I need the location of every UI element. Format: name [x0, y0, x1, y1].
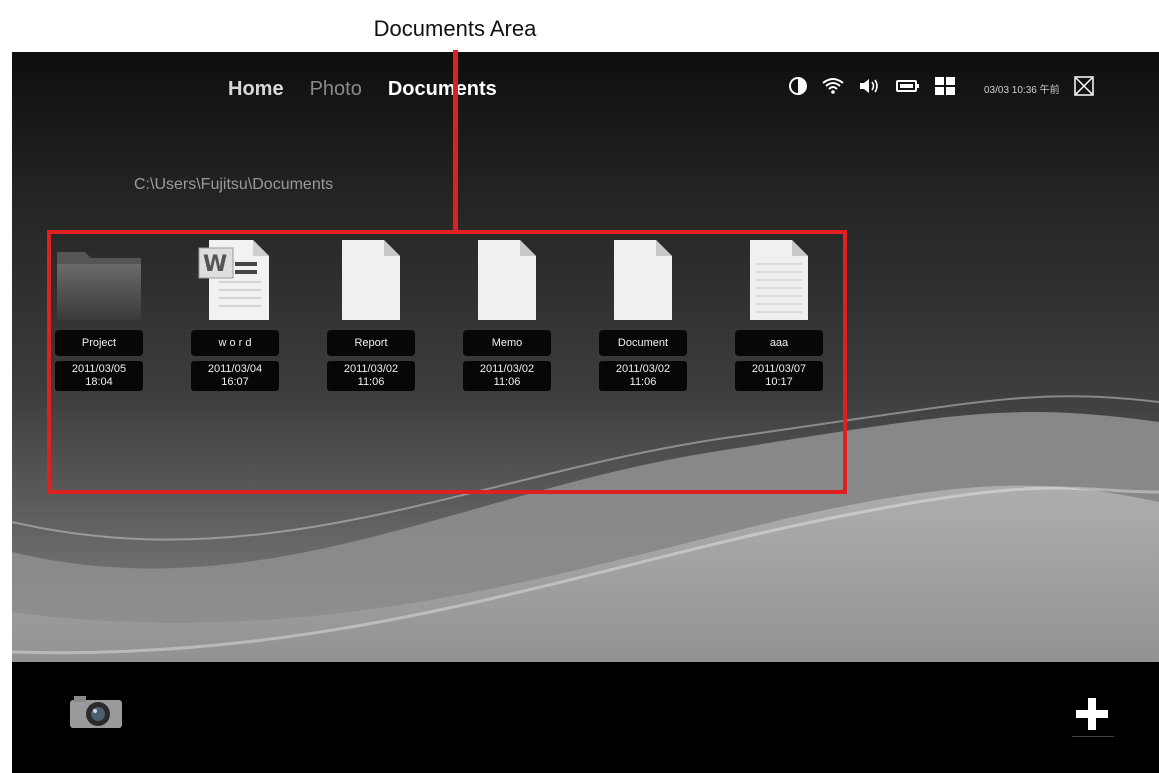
file-time: 11:06	[629, 376, 657, 388]
device-screen: Home Photo Documents 03/03 10:36 午前 C:\U…	[12, 52, 1159, 773]
file-date-block: 2011/03/07 10:17	[735, 361, 823, 391]
file-date-block: 2011/03/02 11:06	[327, 361, 415, 391]
camera-icon[interactable]	[68, 694, 124, 735]
file-date-block: 2011/03/05 18:04	[55, 361, 143, 391]
brightness-icon[interactable]	[788, 76, 808, 101]
plus-icon[interactable]	[1072, 694, 1112, 739]
close-icon[interactable]	[1073, 76, 1094, 101]
file-name: aaa	[735, 330, 823, 356]
file-time: 10:17	[765, 376, 793, 388]
file-name: w o r d	[191, 330, 279, 356]
file-date: 2011/03/02	[479, 363, 535, 375]
file-item[interactable]: Memo 2011/03/02 11:06	[457, 232, 557, 391]
svg-text:W: W	[203, 252, 227, 277]
nav-home[interactable]: Home	[228, 78, 284, 101]
file-name: Document	[599, 330, 687, 356]
file-item[interactable]: Document 2011/03/02 11:06	[593, 232, 693, 391]
file-time: 18:04	[85, 376, 113, 388]
file-date: 2011/03/02	[615, 363, 671, 375]
annotation-label: Documents Area	[373, 16, 537, 41]
grid-icon[interactable]	[934, 76, 956, 101]
blank-document-icon	[321, 232, 421, 322]
file-name: Memo	[463, 330, 551, 356]
file-date: 2011/03/05	[71, 363, 127, 375]
folder-path: C:\Users\Fujitsu\Documents	[134, 176, 334, 193]
file-item[interactable]: Project 2011/03/05 18:04	[49, 232, 149, 391]
add-button-underline	[1072, 736, 1114, 737]
desktop-area: Home Photo Documents 03/03 10:36 午前 C:\U…	[12, 52, 1159, 662]
file-date-block: 2011/03/04 16:07	[191, 361, 279, 391]
text-document-icon	[729, 232, 829, 322]
file-date: 2011/03/04	[207, 363, 263, 375]
file-time: 11:06	[357, 376, 385, 388]
status-datetime: 03/03 10:36 午前	[984, 85, 1060, 96]
file-item[interactable]: Report 2011/03/02 11:06	[321, 232, 421, 391]
file-date-block: 2011/03/02 11:06	[599, 361, 687, 391]
file-date: 2011/03/07	[751, 363, 807, 375]
file-date-block: 2011/03/02 11:06	[463, 361, 551, 391]
file-date: 2011/03/02	[343, 363, 399, 375]
word-document-icon: W	[185, 232, 285, 322]
folder-icon	[49, 232, 149, 322]
file-name: Report	[327, 330, 415, 356]
annotation-pointer-line	[453, 50, 458, 233]
volume-icon[interactable]	[858, 77, 882, 100]
nav-photo[interactable]: Photo	[310, 78, 362, 101]
file-time: 16:07	[221, 376, 249, 388]
file-item[interactable]: W w o r d 2011/03/04 16:07	[185, 232, 285, 391]
status-bar: 03/03 10:36 午前	[788, 76, 1094, 101]
blank-document-icon	[457, 232, 557, 322]
file-item[interactable]: aaa 2011/03/07 10:17	[729, 232, 829, 391]
wifi-icon[interactable]	[822, 77, 844, 100]
file-name: Project	[55, 330, 143, 356]
file-time: 11:06	[493, 376, 521, 388]
nav-documents[interactable]: Documents	[388, 78, 497, 101]
battery-icon[interactable]	[896, 78, 920, 99]
blank-document-icon	[593, 232, 693, 322]
